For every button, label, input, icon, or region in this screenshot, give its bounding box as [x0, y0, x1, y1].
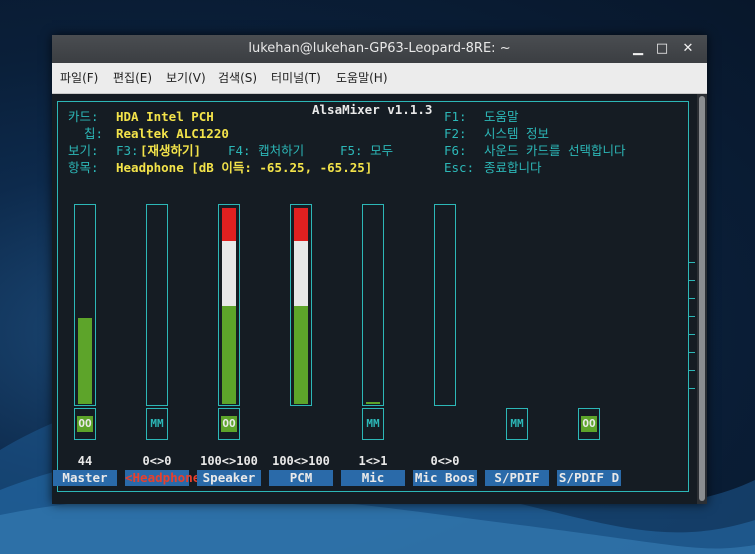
view-capture[interactable]: F4: 캡처하기 [228, 143, 304, 159]
help-f1-text: 도움말 [484, 109, 519, 124]
s-pdif-channel-name[interactable]: S/PDIF [485, 470, 549, 486]
terminal-window: lukehan@lukehan-GP63-Leopard-8RE: ~ ▁ □ … [52, 35, 707, 504]
menu-edit[interactable]: 편집(E) [113, 63, 152, 93]
card-value: HDA Intel PCH [116, 109, 214, 124]
frame-tick [689, 388, 695, 389]
menu-help[interactable]: 도움말(H) [336, 63, 388, 93]
chip-label: 칩: [84, 126, 104, 141]
mic-value-label: 1<>1 [358, 454, 388, 468]
scrollbar-thumb[interactable] [699, 96, 705, 501]
mic-mute-switch[interactable]: MM [362, 408, 384, 440]
master-value-label: 44 [77, 454, 93, 468]
help-f1-key: F1: [444, 109, 467, 124]
close-icon[interactable]: ✕ [680, 41, 696, 57]
window-titlebar[interactable]: lukehan@lukehan-GP63-Leopard-8RE: ~ ▁ □ … [52, 35, 707, 63]
s-pdif-d-switch-state: OO [581, 416, 597, 432]
view-f3-key: F3: [116, 143, 139, 158]
help-f2-key: F2: [444, 126, 467, 141]
mic-channel-name[interactable]: Mic [341, 470, 405, 486]
scrollbar[interactable] [697, 94, 707, 504]
help-f6-key: F6: [444, 143, 467, 158]
speaker-value-label: 100<>100 [200, 454, 258, 468]
menu-search[interactable]: 검색(S) [218, 63, 257, 93]
mic-boos-channel-name[interactable]: Mic Boos [413, 470, 477, 486]
headphone-mute-switch[interactable]: MM [146, 408, 168, 440]
pcm-channel-name[interactable]: PCM [269, 470, 333, 486]
minimize-icon[interactable]: ▁ [630, 41, 646, 57]
frame-tick [689, 370, 695, 371]
pcm-level-white [294, 241, 308, 306]
pcm-level-red [294, 208, 308, 241]
terminal-area[interactable]: AlsaMixer v1.1.3 카드: HDA Intel PCH 칩: Re… [52, 94, 697, 504]
speaker-level-red [222, 208, 236, 241]
speaker-level-green [222, 306, 236, 404]
help-esc-text: 종료합니다 [484, 160, 542, 175]
help-f6-text: 사운드 카드를 선택합니다 [484, 143, 626, 158]
frame-tick [689, 262, 695, 263]
frame-tick [689, 352, 695, 353]
maximize-icon[interactable]: □ [654, 41, 670, 57]
help-f2-text: 시스템 정보 [484, 126, 550, 141]
speaker-mute-switch[interactable]: OO [218, 408, 240, 440]
pcm-value-label: 100<>100 [272, 454, 330, 468]
help-esc-key: Esc: [444, 160, 475, 175]
frame-tick [689, 316, 695, 317]
speaker-level-white [222, 241, 236, 306]
view-label: 보기: [68, 143, 99, 158]
frame-tick [689, 334, 695, 335]
item-label: 항목: [68, 160, 99, 175]
menu-bar: 파일(F) 편집(E) 보기(V) 검색(S) 터미널(T) 도움말(H) [52, 63, 707, 94]
alsamixer-title: AlsaMixer v1.1.3 [306, 102, 439, 118]
menu-view[interactable]: 보기(V) [166, 63, 206, 93]
pcm-volume-bar[interactable] [290, 204, 312, 406]
menu-terminal[interactable]: 터미널(T) [271, 63, 321, 93]
chip-value: Realtek ALC1220 [116, 126, 229, 141]
frame-tick [689, 298, 695, 299]
s-pdif-mute-switch[interactable]: MM [506, 408, 528, 440]
mic-switch-state: MM [366, 417, 380, 430]
speaker-volume-bar[interactable] [218, 204, 240, 406]
mic-boos-value-label: 0<>0 [430, 454, 460, 468]
master-mute-switch[interactable]: OO [74, 408, 96, 440]
headphone-channel-name[interactable]: <Headphone> [125, 470, 208, 486]
s-pdif-d-mute-switch[interactable]: OO [578, 408, 600, 440]
menu-file[interactable]: 파일(F) [60, 63, 98, 93]
headphone-switch-state: MM [150, 417, 164, 430]
speaker-switch-state: OO [221, 416, 237, 432]
speaker-channel-name[interactable]: Speaker [197, 470, 261, 486]
master-switch-state: OO [77, 416, 93, 432]
master-level-green [78, 318, 92, 404]
view-playback[interactable]: [재생하기] [140, 143, 201, 159]
mic-boos-volume-bar[interactable] [434, 204, 456, 406]
item-value: Headphone [dB 이득: -65.25, -65.25] [116, 160, 373, 175]
s-pdif-switch-state: MM [510, 417, 524, 430]
frame-tick [689, 280, 695, 281]
s-pdif-d-channel-name[interactable]: S/PDIF D [557, 470, 621, 486]
pcm-level-green [294, 306, 308, 404]
headphone-value-label: 0<>0 [142, 454, 172, 468]
master-volume-bar[interactable] [74, 204, 96, 406]
headphone-volume-bar[interactable] [146, 204, 168, 406]
window-title: lukehan@lukehan-GP63-Leopard-8RE: ~ [248, 41, 511, 56]
mic-volume-bar[interactable] [362, 204, 384, 406]
mic-level-green [366, 402, 380, 404]
view-all[interactable]: F5: 모두 [340, 143, 393, 159]
master-channel-name[interactable]: Master [53, 470, 117, 486]
card-label: 카드: [68, 109, 99, 124]
